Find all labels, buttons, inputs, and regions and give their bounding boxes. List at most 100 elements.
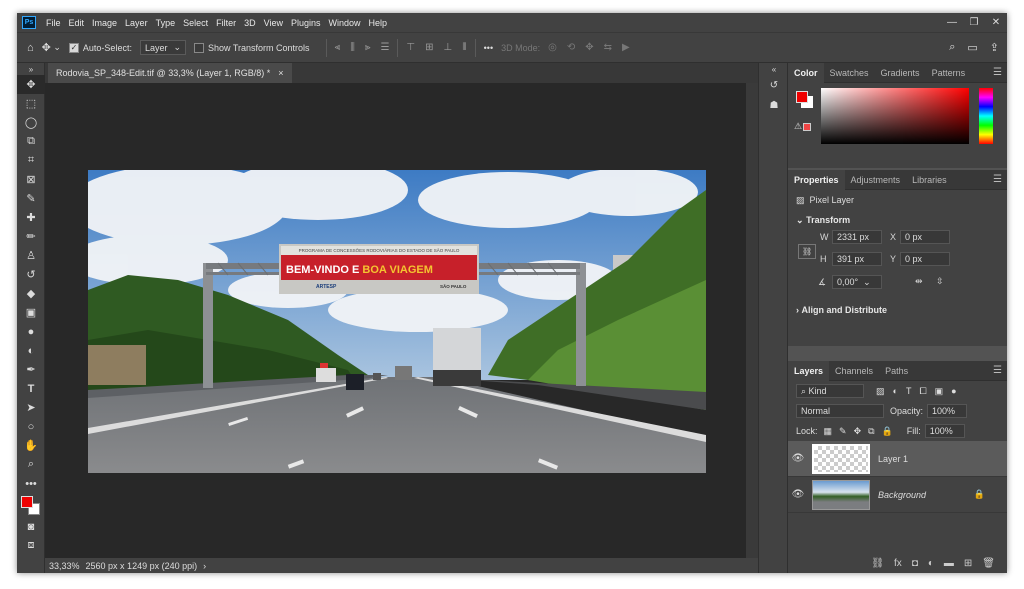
orbit-icon[interactable]: ◎ <box>548 42 557 53</box>
filter-adjustment-icon[interactable]: ◐ <box>893 386 898 397</box>
history-icon[interactable]: ↺ <box>759 75 789 95</box>
pan-icon[interactable]: ✥ <box>585 42 593 53</box>
distribute-icon[interactable]: ☰ <box>380 42 389 53</box>
lock-transparent-icon[interactable]: ▦ <box>824 426 833 437</box>
align-hcenter-icon[interactable]: ⫼ <box>350 42 355 53</box>
chevron-right-icon[interactable]: › <box>203 561 206 571</box>
trash-icon[interactable]: 🗑 <box>982 558 995 569</box>
canvas-area[interactable]: PROGRAMA DE CONCESSÕES RODOVIÁRIAS DO ES… <box>45 83 758 558</box>
menu-filter[interactable]: Filter <box>212 18 240 28</box>
align-right-icon[interactable]: ⫸ <box>365 42 371 53</box>
filter-toggle-icon[interactable]: ● <box>951 386 956 397</box>
hue-slider[interactable] <box>979 88 993 144</box>
link-layers-icon[interactable]: ⛓ <box>871 558 884 569</box>
menu-type[interactable]: Type <box>152 18 180 28</box>
blur-tool-icon[interactable]: ● <box>17 322 45 341</box>
workspace-icon[interactable]: ▭ <box>967 41 977 54</box>
width-field[interactable]: 2331 px <box>832 230 882 244</box>
filter-shape-icon[interactable]: ⧠ <box>919 386 926 397</box>
opacity-field[interactable]: 100% <box>927 404 968 418</box>
fill-field[interactable]: 100% <box>924 424 965 438</box>
layer-name[interactable]: Layer 1 <box>878 454 908 464</box>
fx-icon[interactable]: fx <box>894 558 902 569</box>
foreground-color-swatch[interactable] <box>796 91 808 103</box>
filter-smart-icon[interactable]: ▣ <box>935 386 944 397</box>
slide-icon[interactable]: ⇆ <box>604 42 612 53</box>
tab-swatches[interactable]: Swatches <box>824 63 875 83</box>
lock-all-icon[interactable]: 🔒 <box>882 426 893 437</box>
foreground-color-swatch[interactable] <box>21 496 33 508</box>
document-tab[interactable]: Rodovia_SP_348-Edit.tif @ 33,3% (Layer 1… <box>48 63 292 83</box>
tab-libraries[interactable]: Libraries <box>906 170 953 190</box>
gamut-swatch[interactable] <box>803 123 811 131</box>
menu-select[interactable]: Select <box>179 18 212 28</box>
distribute-vertical-icon[interactable]: ⦀ <box>462 42 466 53</box>
edit-toolbar-icon[interactable]: ••• <box>17 474 45 493</box>
healing-brush-tool-icon[interactable]: ✚ <box>17 208 45 227</box>
collapse-icon[interactable]: » <box>17 63 45 75</box>
brush-tool-icon[interactable]: ✏ <box>17 227 45 246</box>
pen-tool-icon[interactable]: ✒ <box>17 360 45 379</box>
color-swatches[interactable] <box>17 493 44 517</box>
transform-section[interactable]: ⌄ Transform <box>788 210 1007 230</box>
tab-layers[interactable]: Layers <box>788 360 830 381</box>
lock-icon[interactable]: 🔒 <box>974 489 985 500</box>
tab-properties[interactable]: Properties <box>788 169 845 190</box>
menu-layer[interactable]: Layer <box>121 18 152 28</box>
filter-pixel-icon[interactable]: ▨ <box>876 386 885 397</box>
panel-menu-icon[interactable]: ☰ <box>993 67 1002 78</box>
filter-type-icon[interactable]: T <box>906 386 912 397</box>
angle-field[interactable]: 0,00° ⌄ <box>832 275 882 289</box>
align-top-icon[interactable]: ⊤ <box>406 42 415 53</box>
home-icon[interactable]: ⌂ <box>27 42 34 54</box>
path-select-tool-icon[interactable]: ➤ <box>17 398 45 417</box>
minimize-button[interactable]: — <box>941 17 963 28</box>
tab-adjustments[interactable]: Adjustments <box>845 170 907 190</box>
lock-artboard-icon[interactable]: ⧉ <box>868 426 874 437</box>
auto-select-checkbox[interactable]: ✓ Auto-Select: <box>68 42 132 53</box>
tab-color[interactable]: Color <box>788 62 824 83</box>
zoom-tool-icon[interactable]: ⌕ <box>17 455 45 474</box>
history-brush-tool-icon[interactable]: ↺ <box>17 265 45 284</box>
eraser-tool-icon[interactable]: ◆ <box>17 284 45 303</box>
zoom-level[interactable]: 33,33% <box>49 561 80 571</box>
lock-position-icon[interactable]: ✥ <box>854 426 862 437</box>
roll-icon[interactable]: ⟲ <box>567 42 575 53</box>
link-icon[interactable]: ⛓ <box>798 244 817 259</box>
eye-icon[interactable]: 👁 <box>788 489 808 500</box>
vertical-scrollbar[interactable] <box>746 83 758 558</box>
lock-image-icon[interactable]: ✎ <box>839 426 847 437</box>
height-field[interactable]: 391 px <box>832 252 882 266</box>
marquee-tool-icon[interactable]: ⬚ <box>17 94 45 113</box>
document-image[interactable]: PROGRAMA DE CONCESSÕES RODOVIÁRIAS DO ES… <box>88 170 706 473</box>
align-bottom-icon[interactable]: ⊥ <box>444 42 453 53</box>
libraries-icon[interactable]: ☗ <box>759 95 789 115</box>
panel-menu-icon[interactable]: ☰ <box>993 365 1002 376</box>
gradient-tool-icon[interactable]: ▣ <box>17 303 45 322</box>
flip-horizontal-icon[interactable]: ⇹ <box>915 276 923 287</box>
adjustment-layer-icon[interactable]: ◐ <box>928 558 934 569</box>
tab-channels[interactable]: Channels <box>829 361 879 381</box>
eyedropper-tool-icon[interactable]: ✎ <box>17 189 45 208</box>
eye-icon[interactable]: 👁 <box>788 453 808 464</box>
restore-button[interactable]: ❐ <box>963 17 985 28</box>
camera-icon[interactable]: ▶ <box>622 42 630 53</box>
layer-name[interactable]: Background <box>878 490 926 500</box>
tab-patterns[interactable]: Patterns <box>926 63 972 83</box>
new-layer-icon[interactable]: ⊞ <box>964 558 972 569</box>
align-left-icon[interactable]: ⫷ <box>335 42 341 53</box>
frame-tool-icon[interactable]: ⊠ <box>17 170 45 189</box>
menu-edit[interactable]: Edit <box>65 18 89 28</box>
new-group-icon[interactable]: ▬ <box>944 558 954 569</box>
color-spectrum[interactable] <box>821 88 969 144</box>
transform-controls-checkbox[interactable]: Show Transform Controls <box>194 42 310 53</box>
filter-kind-dropdown[interactable]: ⌕ Kind <box>796 384 864 398</box>
layer-row-layer-1[interactable]: 👁 Layer 1 <box>788 441 1007 477</box>
close-button[interactable]: ✕ <box>985 17 1007 28</box>
x-field[interactable]: 0 px <box>900 230 950 244</box>
move-tool-icon[interactable]: ✥ <box>17 75 45 94</box>
move-tool-preset-icon[interactable]: ✥ ⌄ <box>42 41 61 54</box>
tab-paths[interactable]: Paths <box>879 361 914 381</box>
menu-view[interactable]: View <box>260 18 287 28</box>
quick-mask-icon[interactable]: ◙ <box>17 517 45 536</box>
